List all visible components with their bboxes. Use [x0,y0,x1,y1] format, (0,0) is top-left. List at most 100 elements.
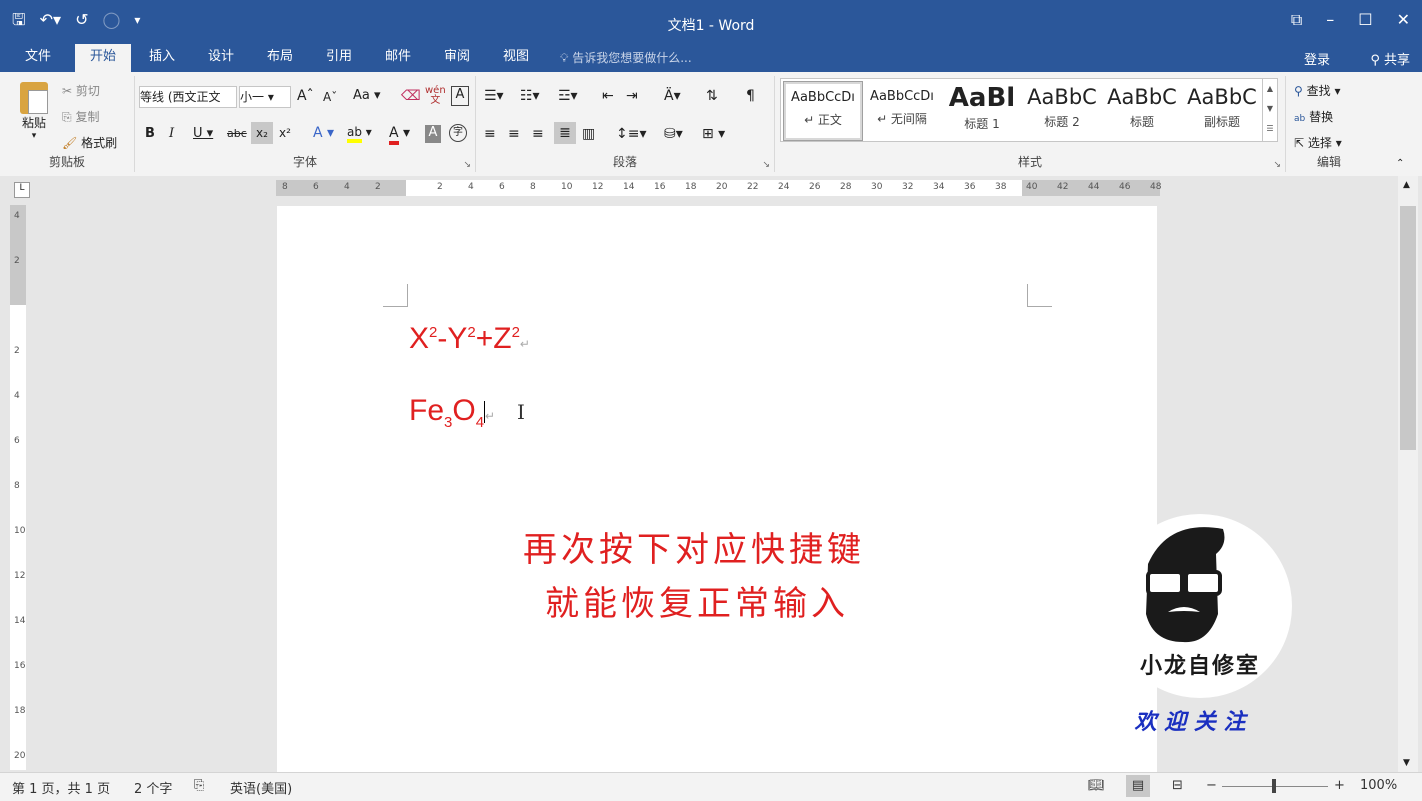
subscript-button[interactable]: x₂ [251,122,273,144]
line-spacing-icon[interactable]: ↕≡▾ [616,126,647,142]
scroll-up-icon[interactable]: ▲ [1403,180,1410,190]
char-border-icon[interactable]: A [451,86,469,106]
tab-view[interactable]: 视图 [491,44,541,72]
text-effects-icon[interactable]: A ▾ [313,125,334,141]
style-subtitle[interactable]: AaBbC 副标题 [1183,81,1261,139]
style-normal[interactable]: AaBbCcDı ↵ 正文 [783,81,863,141]
ruler-tick-label: 22 [747,182,759,192]
tab-home[interactable]: 开始 [75,44,131,72]
paragraph-group-label: 段落 [612,155,637,169]
vertical-scrollbar[interactable]: ▲ ▼ [1398,176,1418,772]
share-button[interactable]: ⚲ 共享 [1370,49,1410,68]
highlight-icon[interactable]: ab ▾ [347,125,372,143]
align-center-icon[interactable]: ≡ [508,126,520,142]
maximize-icon[interactable]: ☐ [1358,10,1372,30]
grow-font-icon[interactable]: Aˆ [297,88,314,104]
collapse-ribbon-icon[interactable]: ⌃ [1396,158,1404,169]
login-link[interactable]: 登录 [1304,49,1330,68]
align-left-icon[interactable]: ≡ [484,126,496,142]
ruler-tick-label: 40 [1026,182,1038,192]
show-marks-icon[interactable]: ¶ [746,88,755,104]
replace-button[interactable]: ab 替换 [1294,108,1333,125]
vertical-ruler[interactable]: 4 2 2 4 6 8 10 12 14 16 18 20 [10,205,26,770]
change-case-button[interactable]: Aa ▾ [353,88,381,103]
strikethrough-button[interactable]: abc [227,127,247,140]
zoom-in-icon[interactable]: + [1334,778,1345,793]
ruler-tick-label: 28 [840,182,852,192]
page-count[interactable]: 第 1 页，共 1 页 [12,778,110,797]
style-name: 副标题 [1203,115,1240,129]
print-layout-icon[interactable]: ▤ [1126,775,1150,797]
style-heading1[interactable]: AaBl 标题 1 [943,81,1021,139]
font-color-icon[interactable]: A ▾ [389,125,410,145]
close-icon[interactable]: ✕ [1397,10,1410,30]
select-button[interactable]: ⇱ 选择 ▾ [1294,134,1342,151]
numbering-icon[interactable]: ☷▾ [520,88,540,104]
style-title[interactable]: AaBbC 标题 [1103,81,1181,139]
tab-insert[interactable]: 插入 [137,44,187,72]
cut-button[interactable]: ✂ 剪切 [62,82,100,99]
align-right-icon[interactable]: ≡ [532,126,544,142]
tab-design[interactable]: 设计 [196,44,246,72]
style-no-spacing[interactable]: AaBbCcDı ↵ 无间隔 [863,81,941,139]
sort-icon[interactable]: ⇅ [706,88,718,104]
scroll-down-icon[interactable]: ▼ [1403,758,1410,768]
decrease-indent-icon[interactable]: ⇤ [602,88,614,104]
ruler-tick-label: 4 [14,211,20,221]
styles-scroll[interactable]: ▲ ▼ ☰ [1262,79,1277,141]
tab-mailings[interactable]: 邮件 [373,44,423,72]
italic-button[interactable]: I [169,126,174,141]
char-shading-icon[interactable]: A [425,125,441,143]
multilevel-list-icon[interactable]: ☲▾ [558,88,578,104]
font-dialog-launcher-icon[interactable]: ↘ [463,160,471,170]
copy-button[interactable]: ⎘ 复制 [62,108,99,125]
tab-review[interactable]: 审阅 [432,44,482,72]
bold-button[interactable]: B [145,126,155,141]
subscript: 4 [475,414,485,431]
scroll-thumb[interactable] [1400,206,1416,450]
zoom-level[interactable]: 100% [1360,778,1397,793]
shading-icon[interactable]: ⛁▾ [664,126,683,142]
formula-fe3o4[interactable]: Fe3O4↵ [409,394,495,431]
scissors-icon: ✂ [62,84,73,98]
ruler-tick-label: 44 [1088,182,1100,192]
paste-button[interactable]: 粘贴 ▾ [14,82,54,141]
font-size-select[interactable]: 小一 ▾ [239,86,291,108]
shrink-font-icon[interactable]: Aˇ [323,90,337,104]
format-painter-button[interactable]: 🖌︎ 格式刷 [62,134,117,151]
ruler-tick-label: 16 [654,182,666,192]
style-heading2[interactable]: AaBbC 标题 2 [1023,81,1101,139]
tab-layout[interactable]: 布局 [255,44,305,72]
bullets-icon[interactable]: ☰▾ [484,88,504,104]
language-indicator[interactable]: 英语(美国) [230,778,292,797]
ribbon-display-icon[interactable]: ⧉ [1291,10,1302,30]
clear-format-icon[interactable]: ⌫ [401,88,421,104]
read-mode-icon[interactable]: 📖︎ [1088,778,1105,793]
tab-file[interactable]: 文件 [12,44,64,72]
minimize-icon[interactable]: – [1326,10,1334,30]
borders-icon[interactable]: ⊞ ▾ [702,126,725,142]
phonetic-guide-icon[interactable]: wén 文 [425,86,446,106]
enclose-char-icon[interactable]: 字 [449,124,467,142]
styles-dialog-launcher-icon[interactable]: ↘ [1273,160,1281,170]
asian-layout-icon[interactable]: Ä▾ [664,88,681,104]
font-name-select[interactable]: 等线 (西文正文 [139,86,237,108]
document-page[interactable]: X2-Y2+Z2↵ Fe3O4↵ I 再次按下对应快捷键 就能恢复正常输入 [277,206,1157,776]
tab-selector-icon[interactable]: L [14,182,30,198]
find-button[interactable]: ⚲ 查找 ▾ [1294,82,1340,99]
zoom-slider-thumb[interactable] [1272,779,1276,793]
distributed-icon[interactable]: ▥ [582,126,595,142]
superscript-button[interactable]: x² [279,126,291,140]
justify-icon[interactable]: ≣ [554,122,576,144]
web-layout-icon[interactable]: ⊟ [1172,778,1183,793]
proofing-icon[interactable]: ⎘ [194,778,204,793]
increase-indent-icon[interactable]: ⇥ [626,88,638,104]
tab-references[interactable]: 引用 [314,44,364,72]
formula-xyz[interactable]: X2-Y2+Z2↵ [409,322,530,356]
tell-me-box[interactable]: 💡︎ 告诉我您想要做什么... [560,49,692,66]
paragraph-dialog-launcher-icon[interactable]: ↘ [762,160,770,170]
underline-button[interactable]: U ▾ [193,126,213,141]
word-count[interactable]: 2 个字 [134,778,172,797]
zoom-out-icon[interactable]: − [1206,778,1217,793]
horizontal-ruler[interactable]: 8 6 4 2 2 4 6 8 10 12 14 16 18 20 22 24 26 28 30 32 34 36 38 40… [276,180,1161,196]
